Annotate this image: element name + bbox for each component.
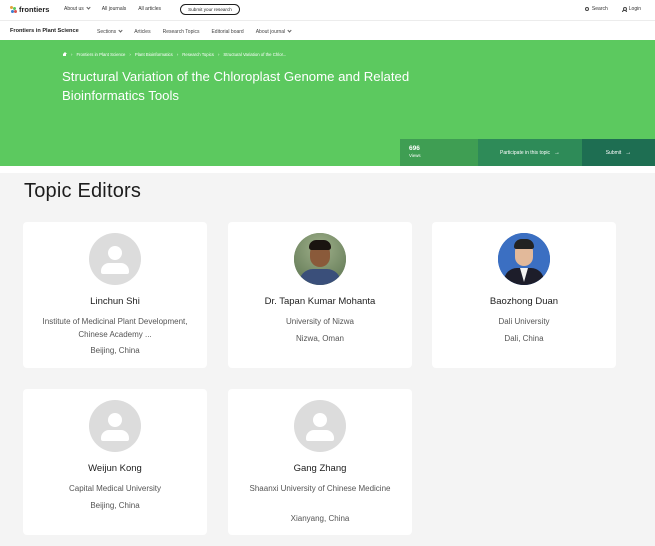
home-icon[interactable] [62,51,67,57]
arrow-right-icon: → [625,149,632,156]
editor-name: Gang Zhang [293,463,347,474]
nav-research-topics[interactable]: Research Topics [163,29,200,35]
research-topic-hero: › Frontiers in Plant Science › Plant Bio… [0,40,655,166]
editor-card[interactable]: Dr. Tapan Kumar Mohanta University of Ni… [228,222,412,368]
breadcrumb-research-topics[interactable]: Research Topics [182,52,214,57]
breadcrumb-separator: › [71,52,73,57]
editor-institution: Institute of Medicinal Plant Development… [42,317,188,339]
participate-button[interactable]: Participate in this topic → [478,139,582,166]
nav-about-journal[interactable]: About journal [256,27,292,35]
editor-card[interactable]: Linchun Shi Institute of Medicinal Plant… [23,222,207,368]
editor-location: Xianyang, China [290,514,350,523]
frontiers-logo-icon [10,5,17,14]
editor-institution: Dali University [498,317,550,326]
views-count: 696 [409,145,420,152]
editor-name: Linchun Shi [90,296,140,307]
editor-card[interactable]: Gang Zhang Shaanxi University of Chinese… [228,389,412,535]
views-label: Views [409,153,421,158]
breadcrumb-current: Structural Variation of the Chlor... [223,52,287,57]
breadcrumb-separator: › [176,52,179,57]
editor-location: Beijing, China [90,501,140,510]
search-icon [584,7,589,11]
editor-location: Dali, China [504,334,544,343]
breadcrumb-section[interactable]: Plant Bioinformatics [135,52,173,57]
avatar-placeholder-icon [89,400,141,452]
journal-nav: Sections Articles Research Topics Editor… [97,27,292,35]
nav-editorial-board[interactable]: Editorial board [211,29,243,35]
nav-sections[interactable]: Sections [97,27,123,35]
nav-all-journals[interactable]: All journals [102,6,126,12]
search-button[interactable]: Search [584,6,608,12]
editor-name: Dr. Tapan Kumar Mohanta [264,296,376,307]
arrow-right-icon: → [554,149,561,156]
frontiers-logo[interactable]: frontiers [10,5,49,14]
chevron-down-icon [118,27,123,33]
user-icon [621,7,628,13]
login-button[interactable]: Login [621,6,641,13]
logo-text: frontiers [19,5,50,14]
journal-name-link[interactable]: Frontiers in Plant Science [10,28,79,34]
hero-divider [0,166,655,173]
editor-institution: Shaanxi University of Chinese Medicine [249,484,391,493]
nav-articles[interactable]: Articles [134,29,150,35]
header-actions: Search Login [584,6,641,13]
section-title: Topic Editors [24,180,142,202]
top-navigation-bar: frontiers About us All journals All arti… [0,0,655,20]
avatar-placeholder-icon [294,400,346,452]
global-nav: About us All journals All articles [64,5,161,12]
editor-institution: University of Nizwa [285,317,354,326]
avatar [294,233,346,285]
page-title: Structural Variation of the Chloroplast … [62,69,410,103]
chevron-down-icon [86,5,91,10]
avatar [498,233,550,285]
breadcrumb: › Frontiers in Plant Science › Plant Bio… [62,51,287,57]
breadcrumb-journal[interactable]: Frontiers in Plant Science [76,52,125,57]
editor-name: Weijun Kong [88,463,142,474]
editor-location: Beijing, China [90,346,140,355]
editor-location: Nizwa, Oman [295,334,344,343]
nav-about-us[interactable]: About us [64,5,91,12]
journal-navigation-bar: Frontiers in Plant Science Sections Arti… [0,20,655,40]
nav-all-articles[interactable]: All articles [138,6,161,12]
submit-your-research-button[interactable]: Submit your research [180,4,240,15]
editor-card[interactable]: Weijun Kong Capital Medical University B… [23,389,207,535]
editor-institution: Capital Medical University [68,484,162,493]
chevron-down-icon [287,27,292,33]
submit-button[interactable]: Submit → [582,139,655,166]
topic-action-bar: 696 Views Participate in this topic → Su… [400,139,655,166]
breadcrumb-separator: › [129,52,131,57]
views-counter: 696 Views [400,139,478,166]
avatar-placeholder-icon [89,233,141,285]
editor-name: Baozhong Duan [489,296,559,307]
breadcrumb-separator: › [217,52,220,57]
editor-card[interactable]: Baozhong Duan Dali University Dali, Chin… [432,222,616,368]
